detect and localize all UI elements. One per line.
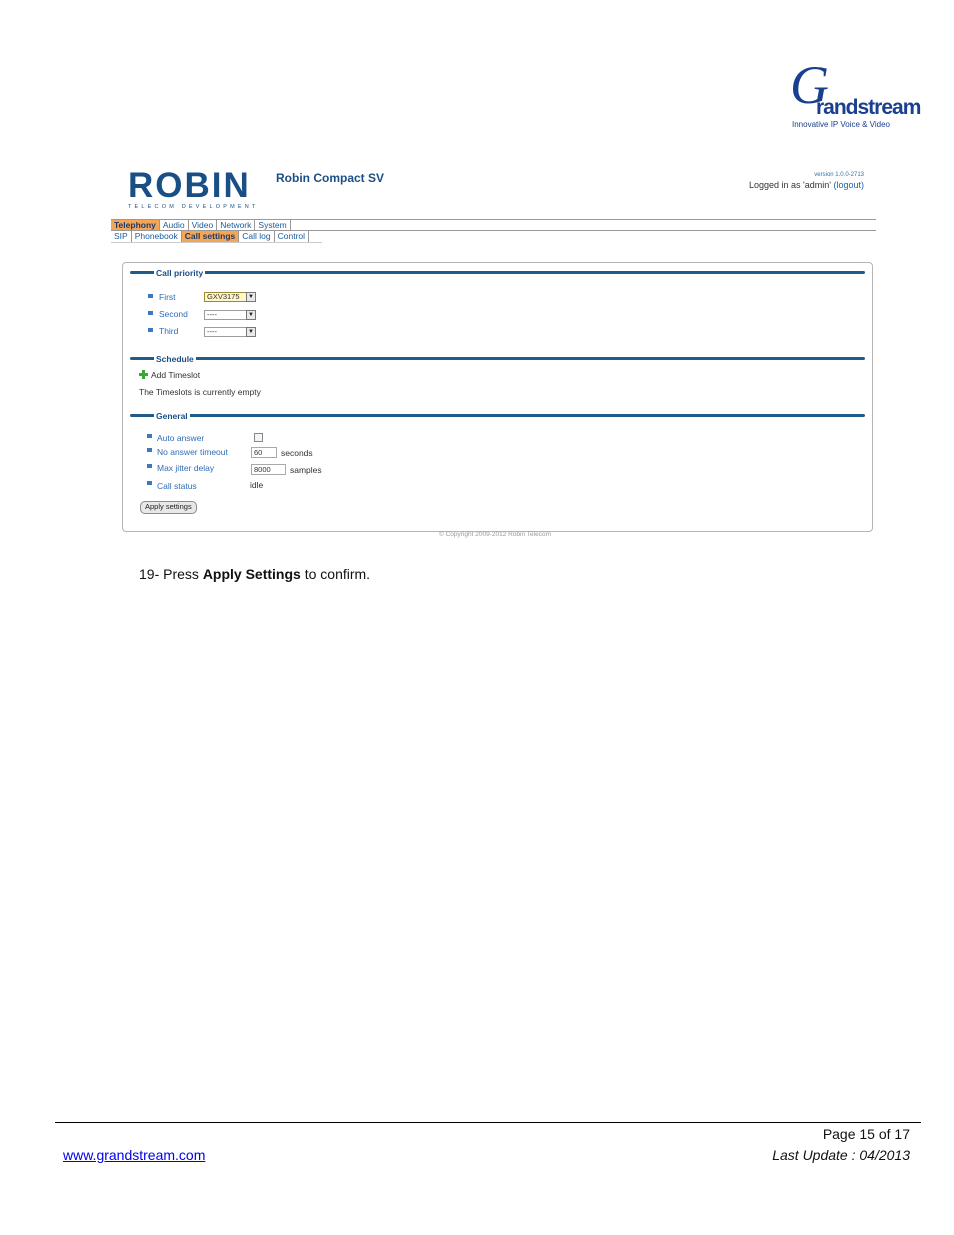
submenu-item-phonebook[interactable]: Phonebook [132,231,182,242]
instruction-bold: Apply Settings [202,566,301,582]
grandstream-tagline: Innovative IP Voice & Video [792,120,890,129]
submenu-item-sip[interactable]: SIP [111,231,132,242]
add-icon[interactable] [139,370,148,379]
apply-settings-button[interactable]: Apply settings [140,501,197,514]
chevron-down-icon[interactable]: ▼ [246,327,256,337]
logout-link[interactable]: (logout) [833,180,864,190]
priority-first-select[interactable]: GXV3175 [204,292,248,302]
grandstream-logo: G randstream Innovative IP Voice & Video [790,58,921,132]
section-bar [130,357,865,360]
section-title-schedule: Schedule [154,354,196,364]
priority-third-label: Third [159,326,179,336]
sub-menu: SIP Phonebook Call settings Call log Con… [111,231,310,242]
bullet-icon [148,294,153,298]
last-update: Last Update : 04/2013 [772,1147,910,1163]
max-jitter-delay-unit: samples [290,465,322,475]
bullet-icon [147,464,152,468]
robin-logo-word: ROBIN [128,166,251,205]
settings-panel: Call priority First GXV3175 ▼ Second ---… [122,262,873,532]
page-number: Page 15 of 17 [822,1126,910,1142]
priority-second-select[interactable]: ---- [204,310,248,320]
robin-logo-subtitle: TELECOM DEVELOPMENT [128,204,259,210]
submenu-item-call-settings[interactable]: Call settings [181,231,240,242]
priority-third-select[interactable]: ---- [204,327,248,337]
bullet-icon [147,481,152,485]
section-bar [130,414,865,417]
login-status: Logged in as 'admin' (logout) [640,180,864,190]
instruction-suffix: to confirm. [300,566,371,582]
robin-logo: ROBIN TELECOM DEVELOPMENT [128,166,268,210]
grandstream-website-link[interactable]: www.grandstream.com [63,1147,205,1163]
no-answer-timeout-unit: seconds [281,448,313,458]
add-timeslot-link[interactable]: Add Timeslot [151,370,200,380]
copyright-text: © Copyright 2009-2012 Robin Telecom [439,531,551,538]
submenu-item-control[interactable]: Control [275,231,310,242]
grandstream-logo-word: randstream [816,96,921,119]
call-status-value: idle [250,480,264,490]
priority-first-label: First [159,292,176,302]
chevron-down-icon[interactable]: ▼ [246,310,256,320]
instruction-step: 19- Press Apply Settings to confirm. [139,566,370,582]
footer-divider [55,1122,921,1123]
max-jitter-delay-input[interactable]: 8000 [251,464,286,475]
auto-answer-label: Auto answer [157,433,205,443]
bullet-icon [148,311,153,315]
menu-divider [111,242,322,243]
product-name: Robin Compact SV [276,171,385,185]
max-jitter-delay-label: Max jitter delay [157,463,215,473]
timeslot-empty-text: The Timeslots is currently empty [139,387,261,397]
version-text: version 1.0.0-2713 [814,172,864,178]
section-title-general: General [154,411,190,421]
bullet-icon [147,448,152,452]
bullet-icon [148,328,153,332]
section-title-call-priority: Call priority [154,268,206,278]
no-answer-timeout-label: No answer timeout [157,447,228,457]
section-bar [130,271,865,274]
no-answer-timeout-input[interactable]: 60 [251,447,277,458]
submenu-item-call-log[interactable]: Call log [239,231,275,242]
instruction-prefix: 19- Press [139,566,203,582]
auto-answer-checkbox[interactable] [254,433,263,442]
call-status-label: Call status [157,481,197,491]
logged-in-text: Logged in as 'admin' [748,180,831,190]
bullet-icon [147,434,152,438]
chevron-down-icon[interactable]: ▼ [246,292,256,302]
priority-second-label: Second [159,309,188,319]
